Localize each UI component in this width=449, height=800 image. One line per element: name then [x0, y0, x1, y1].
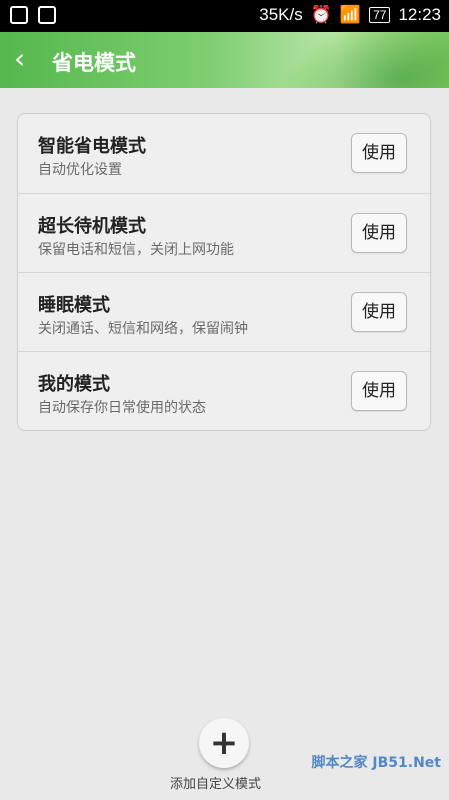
mode-item-long-standby: 超长待机模式 保留电话和短信，关闭上网功能 使用 [18, 193, 432, 272]
alarm-icon: ⏰ [310, 5, 332, 24]
mode-name: 超长待机模式 [38, 216, 146, 237]
watermark: 脚本之家 JB51.Net [311, 755, 441, 771]
mode-item-sleep: 睡眠模式 关闭通话、短信和网络，保留闹钟 使用 [18, 272, 432, 351]
mode-desc: 自动优化设置 [38, 162, 122, 178]
status-bar: 35K/s ⏰ 📶 77 12:23 [0, 0, 449, 32]
mode-desc: 关闭通话、短信和网络，保留闹钟 [38, 321, 248, 337]
use-button-long-standby[interactable]: 使用 [351, 213, 407, 253]
use-button-mine[interactable]: 使用 [351, 371, 407, 411]
mode-item-smart: 智能省电模式 自动优化设置 使用 [18, 114, 432, 193]
mode-desc: 保留电话和短信，关闭上网功能 [38, 242, 234, 258]
mode-item-mine: 我的模式 自动保存你日常使用的状态 使用 [18, 351, 432, 430]
leaf-decoration [257, 32, 449, 88]
network-speed: 35K/s [259, 5, 303, 24]
mode-name: 睡眠模式 [38, 295, 110, 316]
page-title: 省电模式 [52, 51, 136, 75]
notification-icon [10, 6, 28, 24]
plus-icon: + [209, 723, 239, 763]
use-button-sleep[interactable]: 使用 [351, 292, 407, 332]
add-mode-label: 添加自定义模式 [170, 777, 262, 792]
mode-list: 智能省电模式 自动优化设置 使用 超长待机模式 保留电话和短信，关闭上网功能 使… [17, 113, 432, 431]
mode-desc: 自动保存你日常使用的状态 [38, 400, 206, 416]
image-icon [38, 6, 56, 24]
header: ‹ 省电模式 [0, 32, 449, 88]
mode-name: 智能省电模式 [38, 136, 146, 157]
use-button-smart[interactable]: 使用 [351, 133, 407, 173]
mode-name: 我的模式 [38, 374, 110, 395]
add-mode-button[interactable]: + [199, 718, 249, 768]
back-arrow-icon[interactable]: ‹ [14, 45, 25, 73]
battery-icon: 77 [369, 7, 391, 23]
wifi-icon: 📶 [339, 5, 362, 24]
clock: 12:23 [398, 5, 441, 24]
